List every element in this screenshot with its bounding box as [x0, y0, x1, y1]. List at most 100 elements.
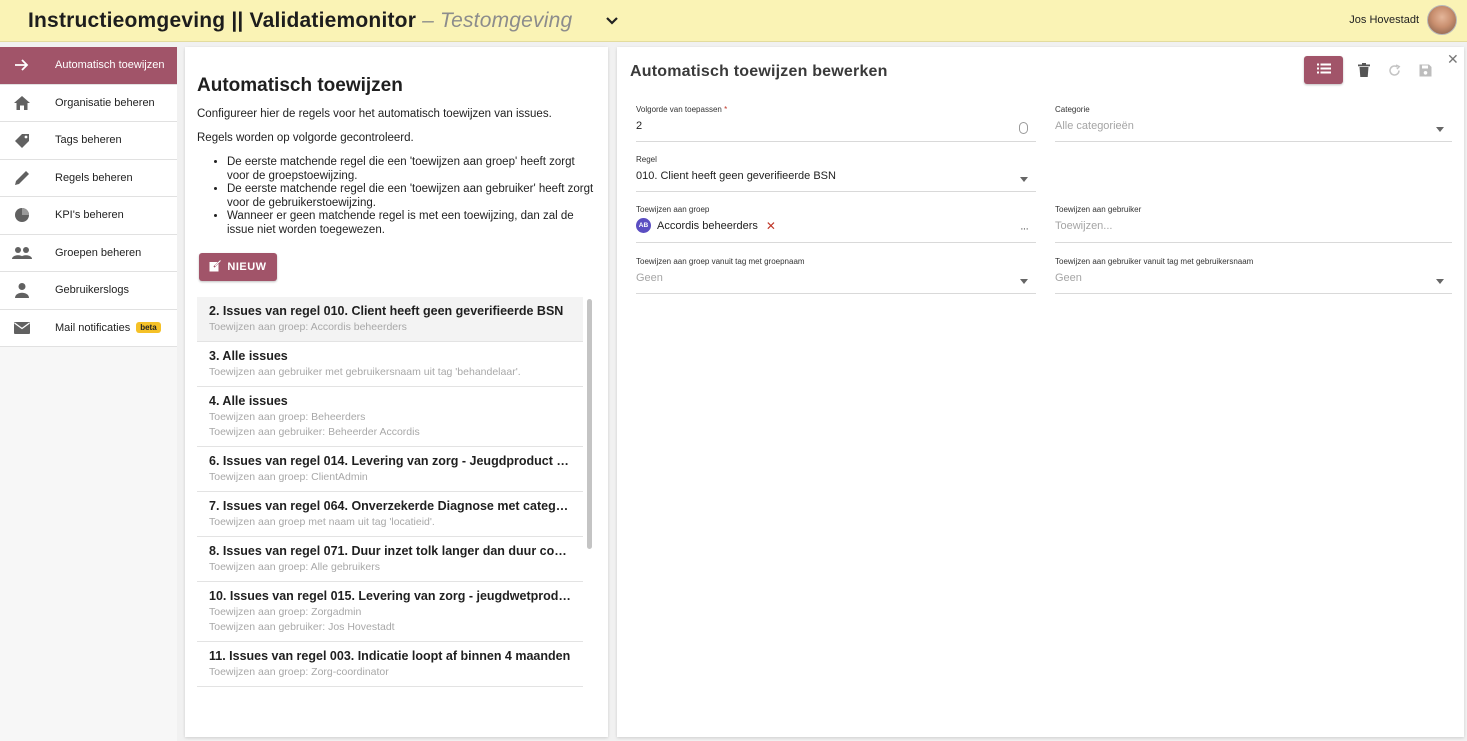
home-icon	[2, 95, 42, 111]
list-item[interactable]: 4. Alle issues Toewijzen aan groep: Behe…	[197, 387, 583, 447]
list-item[interactable]: 6. Issues van regel 014. Levering van zo…	[197, 447, 583, 492]
toewijzen-gebruiker-placeholder: Toewijzen...	[1055, 220, 1113, 232]
list-item[interactable]: 11. Issues van regel 003. Indicatie loop…	[197, 642, 583, 687]
sidebar-item-automatisch-toewijzen[interactable]: Automatisch toewijzen	[0, 47, 177, 85]
mail-icon	[2, 321, 42, 335]
remove-chip-icon[interactable]: ✕	[766, 219, 776, 233]
toewijzen-groep-field[interactable]: Toewijzen aan groep AB Accordis beheerde…	[636, 205, 1036, 243]
regel-value: 010. Client heeft geen geverifieerde BSN	[636, 170, 836, 182]
rule-detail: Toewijzen aan groep: Zorg-coordinator	[209, 666, 389, 678]
gebruiker-tag-value: Geen	[1055, 272, 1082, 284]
app-title: Instructieomgeving || Validatiemonitor – …	[28, 9, 572, 33]
rule-detail: Toewijzen aan gebruiker: Jos Hovestadt	[209, 621, 395, 633]
rules-explanation-list: De eerste matchende regel die een 'toewi…	[213, 156, 597, 237]
list-item[interactable]: 2. Issues van regel 010. Client heeft ge…	[197, 297, 583, 342]
number-stepper-icon[interactable]	[1019, 122, 1028, 134]
close-icon[interactable]: ✕	[1447, 51, 1459, 68]
gebruiker-tag-select[interactable]: Toewijzen aan gebruiker vanuit tag met g…	[1055, 257, 1452, 294]
sidebar-item-label: Automatisch toewijzen	[55, 59, 165, 72]
rule-detail: Toewijzen aan gebruiker met gebruikersna…	[209, 366, 521, 378]
rule-title: 10. Issues van regel 015. Levering van z…	[209, 589, 571, 603]
list-icon	[1316, 61, 1331, 79]
chip-avatar: AB	[636, 218, 651, 233]
scrollbar[interactable]	[587, 299, 592, 549]
arrow-right-icon	[2, 58, 42, 72]
categorie-value: Alle categorieën	[1055, 120, 1134, 132]
toewijzen-gebruiker-label: Toewijzen aan gebruiker	[1055, 205, 1142, 214]
avatar[interactable]	[1427, 5, 1457, 35]
group-icon	[2, 246, 42, 260]
sidebar-item-groepen[interactable]: Groepen beheren	[0, 234, 177, 272]
tag-icon	[2, 132, 42, 149]
beta-badge: beta	[136, 322, 161, 334]
regel-label: Regel	[636, 155, 657, 164]
sidebar-item-label: Mail notificaties	[55, 321, 131, 334]
rule-title: 8. Issues van regel 071. Duur inzet tolk…	[209, 544, 571, 558]
sidebar-item-organisatie[interactable]: Organisatie beheren	[0, 84, 177, 122]
rule-title: 7. Issues van regel 064. Onverzekerde Di…	[209, 499, 571, 513]
sidebar-item-label: Organisatie beheren	[55, 96, 155, 109]
sidebar-item-label: Groepen beheren	[55, 246, 142, 259]
group-chip: AB Accordis beheerders ✕	[636, 218, 776, 233]
rules-panel: Automatisch toewijzen Configureer hier d…	[185, 47, 608, 737]
pie-chart-icon	[2, 207, 42, 223]
pencil-icon	[2, 170, 42, 186]
list-item[interactable]: 3. Alle issues Toewijzen aan gebruiker m…	[197, 342, 583, 387]
dropdown-arrow-icon	[1020, 177, 1028, 182]
dropdown-arrow-icon	[1020, 279, 1028, 284]
sidebar-item-kpis[interactable]: KPI's beheren	[0, 197, 177, 235]
rule-title: 3. Alle issues	[209, 349, 288, 363]
chip-label: Accordis beheerders	[657, 219, 758, 232]
toewijzen-gebruiker-field[interactable]: Toewijzen aan gebruiker Toewijzen...	[1055, 205, 1452, 243]
sidebar-item-label: KPI's beheren	[55, 209, 124, 222]
dropdown-arrow-icon	[1436, 127, 1444, 132]
page-description: Configureer hier de regels voor het auto…	[197, 108, 552, 120]
rule-detail: Toewijzen aan groep: ClientAdmin	[209, 471, 368, 483]
sidebar-item-regels[interactable]: Regels beheren	[0, 159, 177, 197]
volgorde-field[interactable]: Volgorde van toepassen * 2	[636, 105, 1036, 142]
sidebar-item-label: Tags beheren	[55, 134, 122, 147]
save-icon[interactable]	[1417, 62, 1433, 78]
rule-detail: Toewijzen aan groep met naam uit tag 'lo…	[209, 516, 435, 528]
chevron-down-icon[interactable]	[604, 13, 620, 29]
order-note: Regels worden op volgorde gecontroleerd.	[197, 132, 414, 144]
list-view-button[interactable]	[1304, 56, 1343, 84]
sidebar-item-label: Regels beheren	[55, 171, 133, 184]
list-item: Wanneer er geen matchende regel is met e…	[227, 210, 597, 237]
required-mark: *	[724, 105, 728, 114]
new-rule-button[interactable]: NIEUW	[199, 253, 277, 281]
regel-select[interactable]: Regel 010. Client heeft geen geverifieer…	[636, 155, 1036, 192]
rule-title: 2. Issues van regel 010. Client heeft ge…	[209, 304, 564, 318]
editor-panel: Automatisch toewijzen bewerken ✕ Volgord…	[617, 47, 1464, 737]
groep-tag-label: Toewijzen aan groep vanuit tag met groep…	[636, 257, 805, 266]
rule-detail: Toewijzen aan groep: Beheerders	[209, 411, 366, 423]
gebruiker-tag-label: Toewijzen aan gebruiker vanuit tag met g…	[1055, 257, 1254, 266]
groep-tag-select[interactable]: Toewijzen aan groep vanuit tag met groep…	[636, 257, 1036, 294]
editor-title: Automatisch toewijzen bewerken	[630, 63, 888, 80]
new-button-label: NIEUW	[227, 261, 267, 273]
categorie-select[interactable]: Categorie Alle categorieën	[1055, 105, 1452, 142]
list-item[interactable]: 7. Issues van regel 064. Onverzekerde Di…	[197, 492, 583, 537]
sidebar-item-gebruikerslogs[interactable]: Gebruikerslogs	[0, 272, 177, 310]
rule-title: 4. Alle issues	[209, 394, 288, 408]
sidebar-item-mail-notificaties[interactable]: Mail notificaties beta	[0, 309, 177, 347]
list-item: De eerste matchende regel die een 'toewi…	[227, 156, 597, 183]
rule-title: 6. Issues van regel 014. Levering van zo…	[209, 454, 571, 468]
sidebar-item-label: Gebruikerslogs	[55, 284, 129, 297]
user-name[interactable]: Jos Hovestadt	[1349, 14, 1419, 26]
sidebar-item-tags[interactable]: Tags beheren	[0, 122, 177, 160]
groep-tag-value: Geen	[636, 272, 663, 284]
more-options-icon[interactable]: ···	[1020, 223, 1029, 235]
new-note-icon	[209, 259, 222, 275]
rule-detail: Toewijzen aan gebruiker: Beheerder Accor…	[209, 426, 420, 438]
top-bar: Instructieomgeving || Validatiemonitor – …	[0, 0, 1467, 42]
sidebar: Automatisch toewijzen Organisatie behere…	[0, 47, 177, 741]
volgorde-value: 2	[636, 120, 643, 132]
trash-icon[interactable]	[1356, 62, 1372, 78]
list-item[interactable]: 10. Issues van regel 015. Levering van z…	[197, 582, 583, 642]
list-item[interactable]: 8. Issues van regel 071. Duur inzet tolk…	[197, 537, 583, 582]
volgorde-label: Volgorde van toepassen *	[636, 105, 1036, 114]
refresh-icon[interactable]	[1386, 62, 1402, 78]
app-title-text: Instructieomgeving || Validatiemonitor	[28, 8, 417, 32]
list-item: De eerste matchende regel die een 'toewi…	[227, 183, 597, 210]
